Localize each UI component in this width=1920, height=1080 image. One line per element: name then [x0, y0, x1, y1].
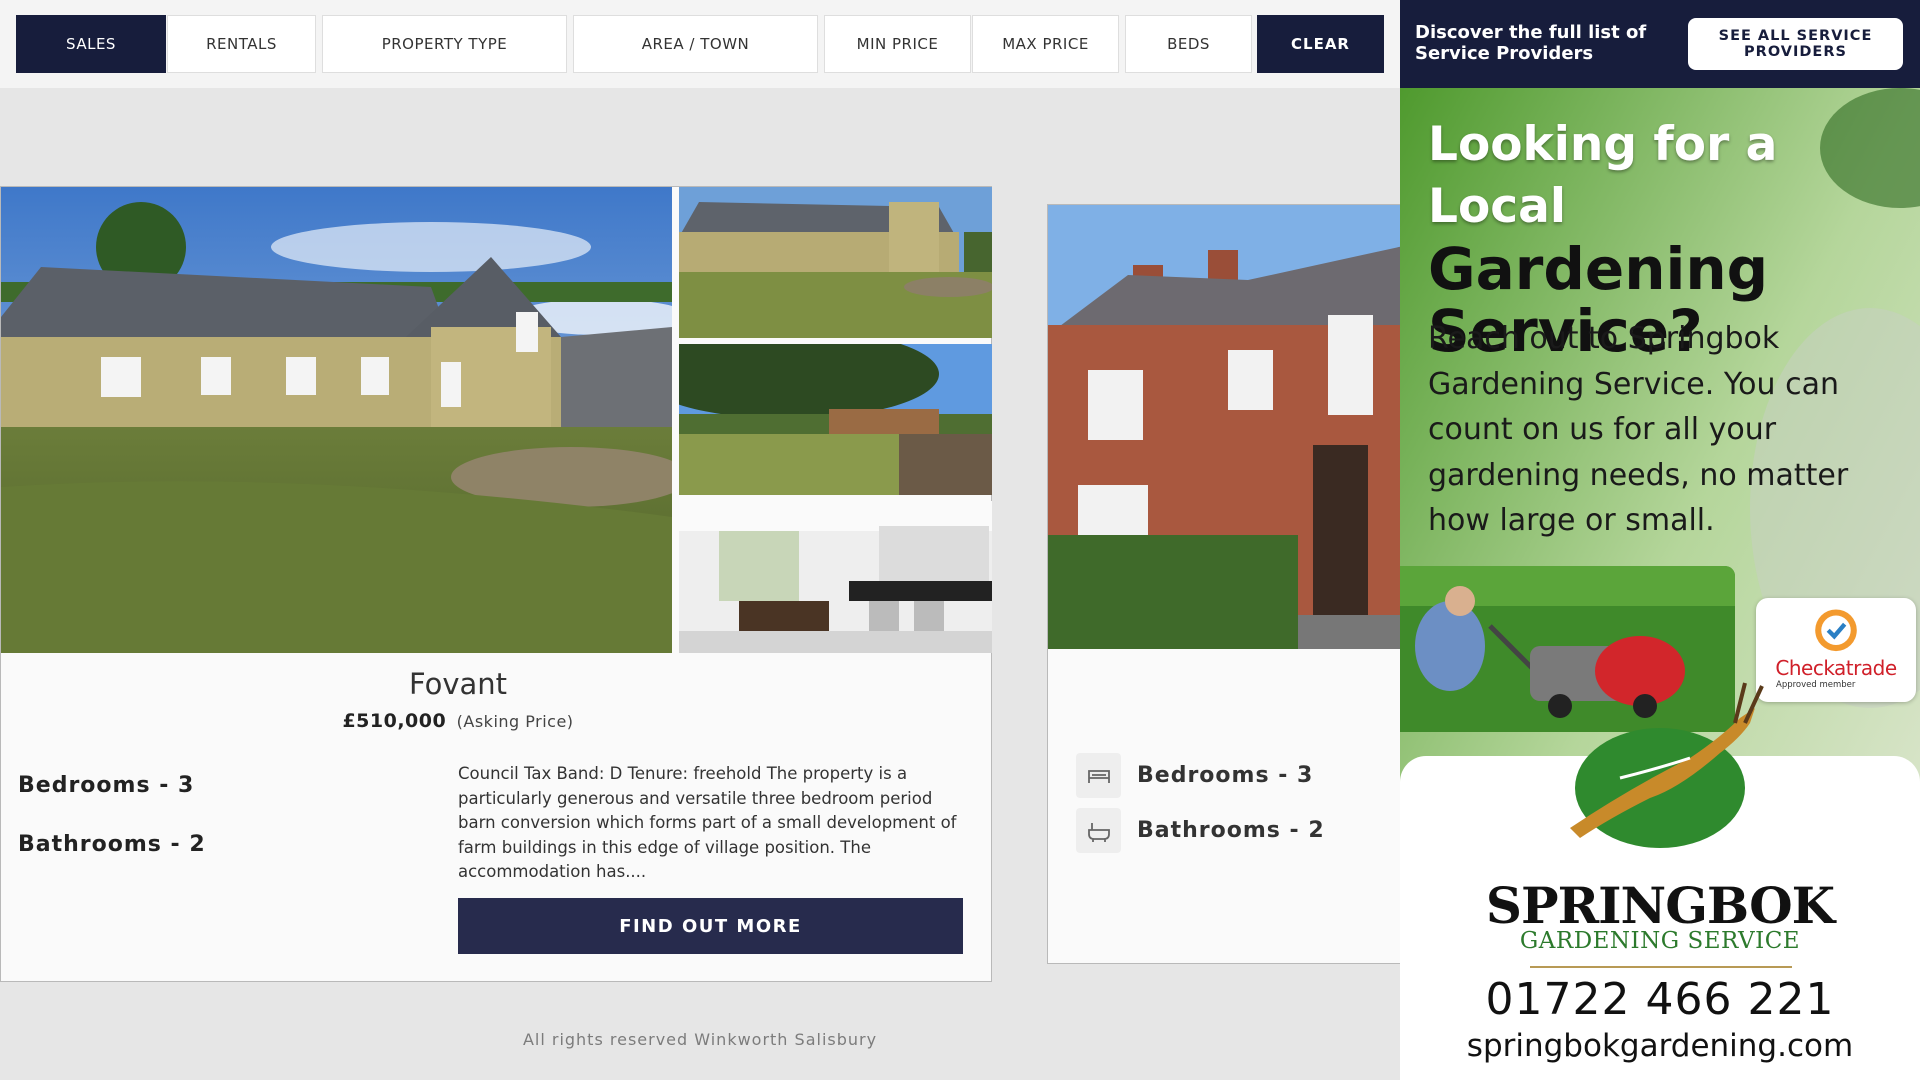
property-2-bathrooms: Bathrooms - 2	[1137, 818, 1325, 843]
property-title[interactable]: Fovant	[1, 667, 915, 701]
property-card: Fovant £510,000 (Asking Price) Bedrooms …	[0, 186, 992, 982]
property-thumbnail-3[interactable]	[679, 501, 992, 653]
property-price: £510,000	[342, 710, 447, 732]
service-provider-sidebar: Discover the full list of Service Provid…	[1400, 0, 1920, 1080]
property-thumbnail-1[interactable]	[679, 187, 992, 338]
advert-phone[interactable]: 01722 466 221	[1400, 974, 1920, 1025]
springbok-logo-icon	[1570, 682, 1764, 848]
footer-copyright: All rights reserved Winkworth Salisbury	[522, 1030, 878, 1049]
advert-website[interactable]: springbokgardening.com	[1400, 1028, 1920, 1064]
brand-divider	[1530, 966, 1792, 968]
property-type-dropdown[interactable]: PROPERTY TYPE	[322, 15, 567, 73]
beds-dropdown[interactable]: BEDS	[1125, 15, 1252, 73]
bathrooms-count: Bathrooms - 2	[18, 832, 206, 857]
property-thumbnail-2[interactable]	[679, 344, 992, 495]
advert-headline-1: Looking for a Local	[1428, 117, 1778, 234]
advert-brand-subtitle: GARDENING SERVICE	[1519, 928, 1801, 954]
property-price-row: £510,000 (Asking Price)	[1, 710, 915, 732]
checkatrade-sub: Approved member	[1776, 680, 1856, 690]
see-all-providers-button[interactable]: SEE ALL SERVICE PROVIDERS	[1688, 18, 1903, 70]
advert-body: Reach out to Springbok Gardening Service…	[1428, 321, 1849, 538]
advert-headline-2: Gardening	[1428, 235, 1769, 303]
checkatrade-tick-icon	[1815, 609, 1857, 652]
property-card-2: Bedrooms - 3 Bathrooms - 2	[1047, 204, 1407, 964]
bedrooms-count: Bedrooms - 3	[18, 773, 195, 798]
property-description: Council Tax Band: D Tenure: freehold The…	[458, 764, 957, 881]
gardening-advert[interactable]: Looking for a Local Gardening Service? R…	[1400, 88, 1920, 1080]
bed-icon	[1076, 753, 1121, 798]
checkatrade-name: Checkatrade	[1775, 656, 1897, 680]
sidebar-header-text: Discover the full list of Service Provid…	[1415, 22, 1647, 64]
property-2-bathrooms-row: Bathrooms - 2	[1076, 808, 1325, 853]
filter-bar: SALES RENTALS PROPERTY TYPE AREA / TOWN …	[0, 0, 1400, 88]
min-price-dropdown[interactable]: MIN PRICE	[824, 15, 971, 73]
bath-icon	[1076, 808, 1121, 853]
sidebar-header: Discover the full list of Service Provid…	[1400, 0, 1920, 88]
filter-rentals-tab[interactable]: RENTALS	[167, 15, 316, 73]
max-price-dropdown[interactable]: MAX PRICE	[972, 15, 1119, 73]
property-2-bedrooms: Bedrooms - 3	[1137, 763, 1314, 788]
filter-sales-tab[interactable]: SALES	[16, 15, 166, 73]
clear-filters-button[interactable]: CLEAR	[1257, 15, 1384, 73]
property-2-photo[interactable]	[1048, 205, 1406, 649]
checkatrade-badge: Checkatrade Approved member	[1756, 598, 1916, 702]
price-qualifier: (Asking Price)	[456, 712, 574, 731]
property-main-photo[interactable]	[1, 187, 672, 653]
advert-brand-name: SPRINGBOK	[1485, 876, 1835, 935]
area-town-dropdown[interactable]: AREA / TOWN	[573, 15, 818, 73]
property-2-bedrooms-row: Bedrooms - 3	[1076, 753, 1313, 798]
find-out-more-button[interactable]: FIND OUT MORE	[458, 898, 963, 954]
